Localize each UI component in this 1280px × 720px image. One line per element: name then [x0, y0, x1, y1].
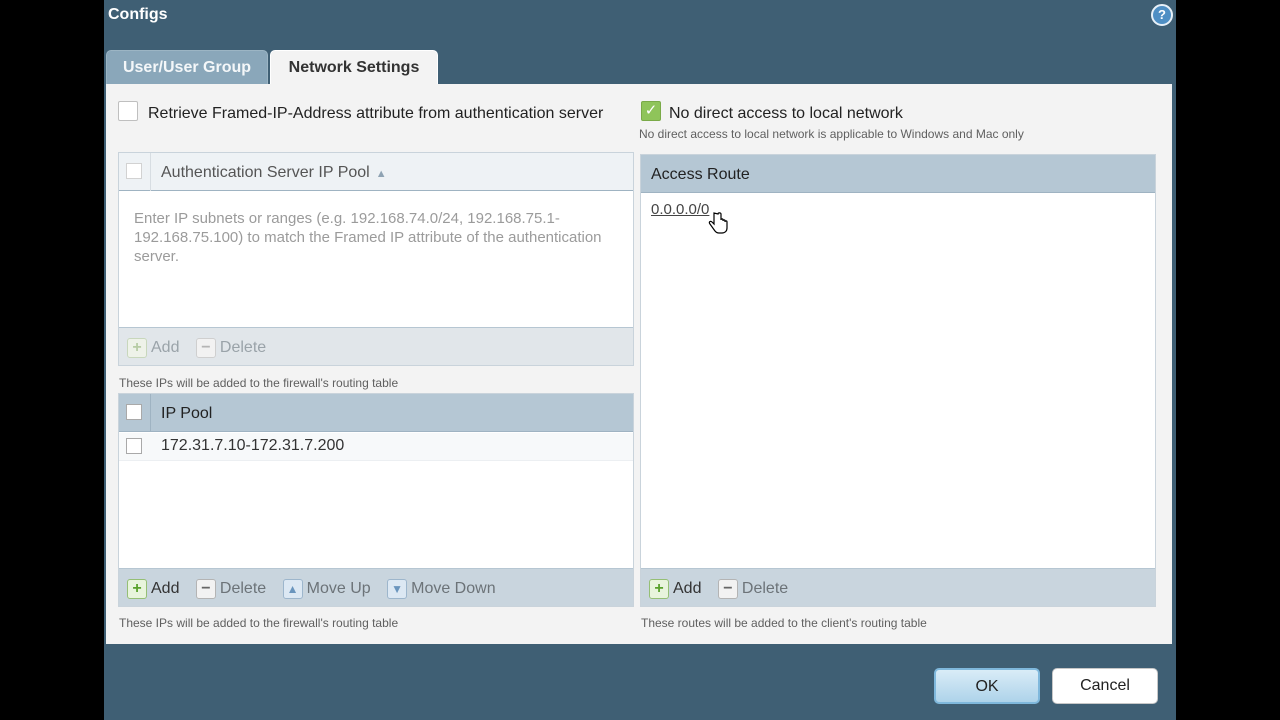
ip-pool-header: IP Pool: [119, 394, 633, 432]
tab-user-user-group[interactable]: User/User Group: [106, 50, 268, 85]
ip-pool-toolbar: + Add − Delete ▲ Move Up ▼ Move Down: [119, 568, 633, 606]
auth-pool-add-button[interactable]: + Add: [127, 338, 179, 358]
no-direct-access-note: No direct access to local network is app…: [639, 127, 1024, 141]
ip-pool-delete-button[interactable]: − Delete: [195, 579, 266, 599]
no-direct-access-label: No direct access to local network: [669, 105, 903, 122]
ok-button[interactable]: OK: [934, 668, 1040, 704]
access-route-toolbar: + Add − Delete: [641, 568, 1155, 606]
ip-pool-add-button[interactable]: + Add: [127, 579, 179, 599]
access-route-header: Access Route: [641, 155, 1155, 193]
access-route-column-title[interactable]: Access Route: [651, 166, 750, 184]
retrieve-framed-ip-label: Retrieve Framed-IP-Address attribute fro…: [148, 105, 604, 122]
auth-pool-placeholder[interactable]: Enter IP subnets or ranges (e.g. 192.168…: [134, 209, 624, 266]
table-row[interactable]: 172.31.7.10-172.31.7.200: [119, 433, 633, 461]
auth-pool-note: These IPs will be added to the firewall'…: [119, 376, 399, 390]
ip-pool-note: These IPs will be added to the firewall'…: [119, 616, 399, 630]
ip-pool-move-up-button[interactable]: ▲ Move Up: [282, 579, 371, 599]
cancel-button[interactable]: Cancel: [1052, 668, 1158, 704]
access-route-note: These routes will be added to the client…: [641, 616, 927, 630]
network-settings-panel: Retrieve Framed-IP-Address attribute fro…: [106, 84, 1172, 644]
ip-pool-move-down-button[interactable]: ▼ Move Down: [387, 579, 496, 599]
auth-pool-toolbar: + Add − Delete: [119, 327, 633, 365]
ip-pool-table: IP Pool 172.31.7.10-172.31.7.200 + Add − D…: [118, 393, 634, 607]
arrow-down-icon: ▼: [387, 579, 408, 599]
no-direct-access-checkbox[interactable]: ✓: [641, 101, 661, 121]
auth-server-ip-pool-table: Authentication Server IP Pool ▲ Enter IP …: [118, 152, 634, 366]
hand-cursor-icon: [708, 212, 728, 234]
dialog-title: Configs: [108, 6, 168, 23]
configs-dialog: Configs ? User/User Group Network Settin…: [104, 0, 1176, 720]
arrow-up-icon: ▲: [282, 579, 303, 599]
minus-icon: −: [717, 579, 738, 599]
access-route-delete-button[interactable]: − Delete: [717, 579, 788, 599]
access-route-table: Access Route 0.0.0.0/0 + Add − Delete: [640, 154, 1156, 607]
sort-asc-icon: ▲: [375, 168, 387, 180]
auth-pool-select-all-checkbox[interactable]: [126, 163, 142, 179]
plus-icon: +: [127, 579, 147, 599]
ip-pool-column-title[interactable]: IP Pool: [161, 405, 212, 423]
plus-icon: +: [127, 338, 147, 358]
auth-pool-header: Authentication Server IP Pool ▲: [119, 153, 633, 191]
minus-icon: −: [195, 338, 216, 358]
auth-pool-delete-button[interactable]: − Delete: [195, 338, 266, 358]
retrieve-framed-ip-checkbox[interactable]: [118, 101, 138, 121]
minus-icon: −: [195, 579, 216, 599]
help-icon[interactable]: ?: [1151, 4, 1173, 26]
ip-pool-value: 172.31.7.10-172.31.7.200: [161, 437, 345, 454]
auth-pool-column-title[interactable]: Authentication Server IP Pool ▲: [161, 164, 387, 182]
plus-icon: +: [649, 579, 669, 599]
tab-network-settings[interactable]: Network Settings: [270, 50, 438, 85]
ip-pool-row-checkbox[interactable]: [126, 438, 142, 454]
access-route-link[interactable]: 0.0.0.0/0: [651, 201, 709, 218]
ip-pool-select-all-checkbox[interactable]: [126, 404, 142, 420]
access-route-add-button[interactable]: + Add: [649, 579, 701, 599]
